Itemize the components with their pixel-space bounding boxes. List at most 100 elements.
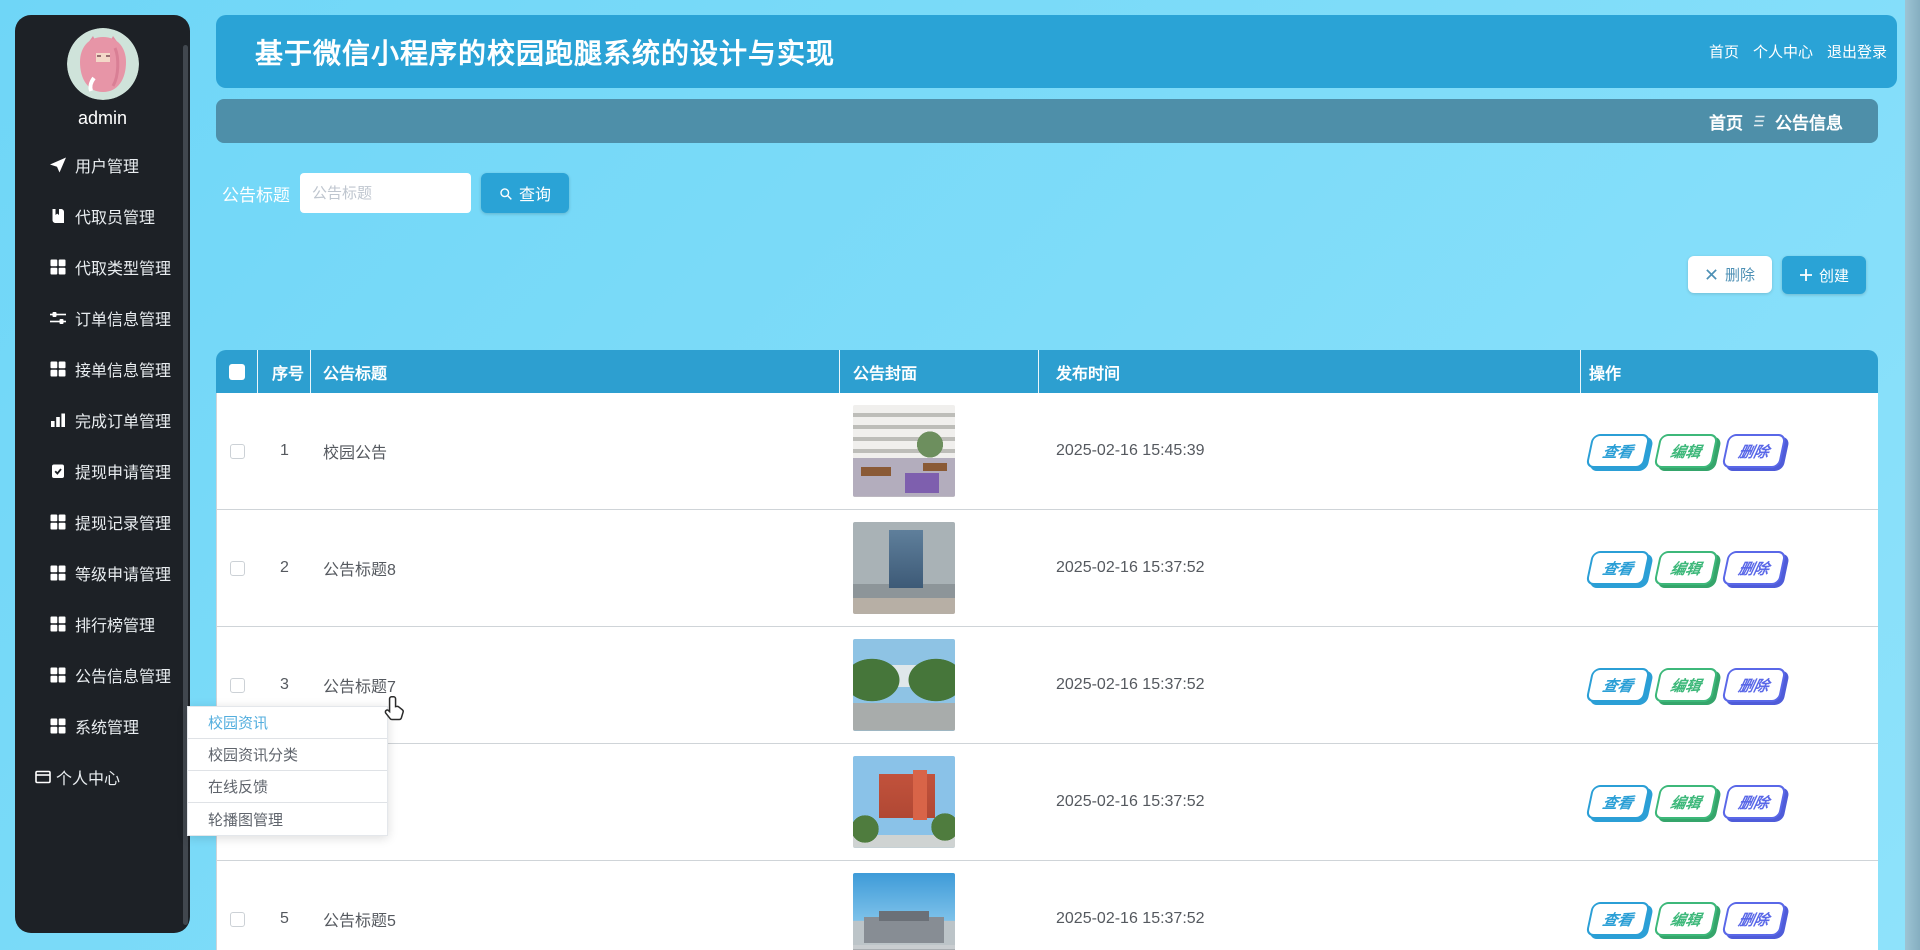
row-publish-time: 2025-02-16 15:37:52 xyxy=(1056,676,1205,693)
header-cell-title: 公告标题 xyxy=(310,350,839,393)
page-scrollbar[interactable] xyxy=(1905,0,1920,950)
sidebar-item-label: 等级申请管理 xyxy=(75,566,172,584)
sidebar-item-level-requests[interactable]: 等级申请管理 xyxy=(15,547,190,598)
chart-icon xyxy=(49,411,67,429)
sidebar-item-leaderboard[interactable]: 排行榜管理 xyxy=(15,598,190,649)
row-checkbox[interactable] xyxy=(230,911,245,927)
row-no: 1 xyxy=(280,442,289,459)
sidebar-item-couriers[interactable]: 代取员管理 xyxy=(15,190,190,241)
view-button[interactable]: 查看 xyxy=(1585,551,1651,585)
table-header-row: 序号 公告标题 公告封面 发布时间 操作 xyxy=(216,350,1878,393)
delete-button[interactable]: 删除 xyxy=(1721,551,1787,585)
row-publish-time: 2025-02-16 15:37:52 xyxy=(1056,559,1205,576)
search-icon xyxy=(499,186,513,200)
submenu-item-campus-news-category[interactable]: 校园资讯分类 xyxy=(188,739,387,771)
header-cell-select xyxy=(216,350,257,393)
header-cell-cover: 公告封面 xyxy=(839,350,1038,393)
delete-button[interactable]: 删除 xyxy=(1721,902,1787,936)
row-checkbox[interactable] xyxy=(230,677,245,693)
edit-button[interactable]: 编辑 xyxy=(1653,434,1719,468)
query-button-label: 查询 xyxy=(518,187,551,204)
view-button[interactable]: 查看 xyxy=(1585,668,1651,702)
select-all-checkbox[interactable] xyxy=(228,363,245,380)
sidebar-item-announcements[interactable]: 公告信息管理 xyxy=(15,649,190,700)
query-button[interactable]: 查询 xyxy=(481,173,569,213)
sidebar-item-label: 接单信息管理 xyxy=(75,362,172,380)
delete-button[interactable]: 删除 xyxy=(1721,785,1787,819)
sidebar-item-system[interactable]: 系统管理 xyxy=(15,700,190,751)
grid-icon xyxy=(49,666,67,684)
announcement-cover-image xyxy=(853,522,955,614)
book-icon xyxy=(49,207,67,225)
announcement-cover-image xyxy=(853,405,955,497)
create-button-label: 创建 xyxy=(1818,267,1849,285)
sidebar-item-label: 提现申请管理 xyxy=(75,464,172,482)
sidebar-item-withdraw-requests[interactable]: 提现申请管理 xyxy=(15,445,190,496)
sidebar-item-label: 提现记录管理 xyxy=(75,515,172,533)
sidebar-item-pickup-types[interactable]: 代取类型管理 xyxy=(15,241,190,292)
delete-button[interactable]: 删除 xyxy=(1688,256,1772,293)
edit-button[interactable]: 编辑 xyxy=(1653,902,1719,936)
grid-icon xyxy=(49,615,67,633)
row-checkbox[interactable] xyxy=(230,560,245,576)
grid-icon xyxy=(49,717,67,735)
sidebar-item-label: 完成订单管理 xyxy=(75,413,172,431)
view-button[interactable]: 查看 xyxy=(1585,785,1651,819)
row-actions: 查看 编辑 删除 xyxy=(1581,902,1878,936)
row-title: 公告标题5 xyxy=(323,913,396,930)
announcement-cover-image xyxy=(853,756,955,848)
send-icon xyxy=(49,156,67,174)
system-submenu: 校园资讯 校园资讯分类 在线反馈 轮播图管理 xyxy=(187,706,388,836)
sidebar-item-label: 系统管理 xyxy=(75,719,140,737)
edit-button[interactable]: 编辑 xyxy=(1653,668,1719,702)
table-row: 2025-02-16 15:37:52 查看 编辑 删除 xyxy=(217,744,1878,861)
table-actions: 删除 创建 xyxy=(216,256,1878,294)
view-button[interactable]: 查看 xyxy=(1585,902,1651,936)
sliders-icon xyxy=(49,309,67,327)
delete-button[interactable]: 删除 xyxy=(1721,434,1787,468)
sidebar-item-withdraw-records[interactable]: 提现记录管理 xyxy=(15,496,190,547)
row-title: 公告标题8 xyxy=(323,562,396,579)
grid-icon xyxy=(49,564,67,582)
plus-icon xyxy=(1799,268,1813,282)
sidebar-item-orders[interactable]: 订单信息管理 xyxy=(15,292,190,343)
search-label: 公告标题 xyxy=(222,185,290,205)
row-no: 2 xyxy=(280,559,289,576)
sidebar-item-label: 代取类型管理 xyxy=(75,260,172,278)
topnav-link-personal-center[interactable]: 个人中心 xyxy=(1753,41,1813,62)
announcement-cover-image xyxy=(853,639,955,731)
row-actions: 查看 编辑 删除 xyxy=(1581,551,1878,585)
view-button[interactable]: 查看 xyxy=(1585,434,1651,468)
create-button[interactable]: 创建 xyxy=(1782,256,1866,294)
topnav-link-logout[interactable]: 退出登录 xyxy=(1827,41,1887,62)
sidebar-item-order-taking[interactable]: 接单信息管理 xyxy=(15,343,190,394)
edit-button[interactable]: 编辑 xyxy=(1653,785,1719,819)
row-checkbox[interactable] xyxy=(230,443,245,459)
row-no: 5 xyxy=(280,910,289,927)
topnav-link-home[interactable]: 首页 xyxy=(1709,41,1739,62)
submenu-item-online-feedback[interactable]: 在线反馈 xyxy=(188,771,387,803)
announcement-cover-image xyxy=(853,873,955,950)
table-row: 1 校园公告 2025-02-16 15:45:39 查看 编辑 删除 xyxy=(217,393,1878,510)
sidebar-item-users[interactable]: 用户管理 xyxy=(15,139,190,190)
table-row: 3 公告标题7 2025-02-16 15:37:52 查看 编辑 删除 xyxy=(217,627,1878,744)
search-input[interactable] xyxy=(300,173,471,213)
header-cell-time: 发布时间 xyxy=(1038,350,1580,393)
edit-button[interactable]: 编辑 xyxy=(1653,551,1719,585)
x-icon xyxy=(1705,268,1719,282)
sidebar-item-completed-orders[interactable]: 完成订单管理 xyxy=(15,394,190,445)
row-actions: 查看 编辑 删除 xyxy=(1581,668,1878,702)
row-publish-time: 2025-02-16 15:37:52 xyxy=(1056,793,1205,810)
sidebar: admin 用户管理 代取员管理 代取类型管理 订单信息管理 接单信息管理 完成订单管理提… xyxy=(15,15,190,933)
table-body: 1 校园公告 2025-02-16 15:45:39 查看 编辑 删除 2 公告标题… xyxy=(216,393,1878,950)
delete-button[interactable]: 删除 xyxy=(1721,668,1787,702)
topbar: 基于微信小程序的校园跑腿系统的设计与实现 首页 个人中心 退出登录 xyxy=(216,15,1897,88)
sidebar-item-label: 排行榜管理 xyxy=(75,617,156,635)
delete-button-label: 删除 xyxy=(1724,267,1755,284)
submenu-item-campus-news[interactable]: 校园资讯 xyxy=(188,707,387,739)
row-title: 校园公告 xyxy=(323,445,388,462)
breadcrumb-home[interactable]: 首页 xyxy=(1709,109,1743,134)
sidebar-item-personal-center[interactable]: 个人中心 xyxy=(15,751,190,802)
submenu-item-carousel[interactable]: 轮播图管理 xyxy=(188,803,387,835)
table-row: 2 公告标题8 2025-02-16 15:37:52 查看 编辑 删除 xyxy=(217,510,1878,627)
